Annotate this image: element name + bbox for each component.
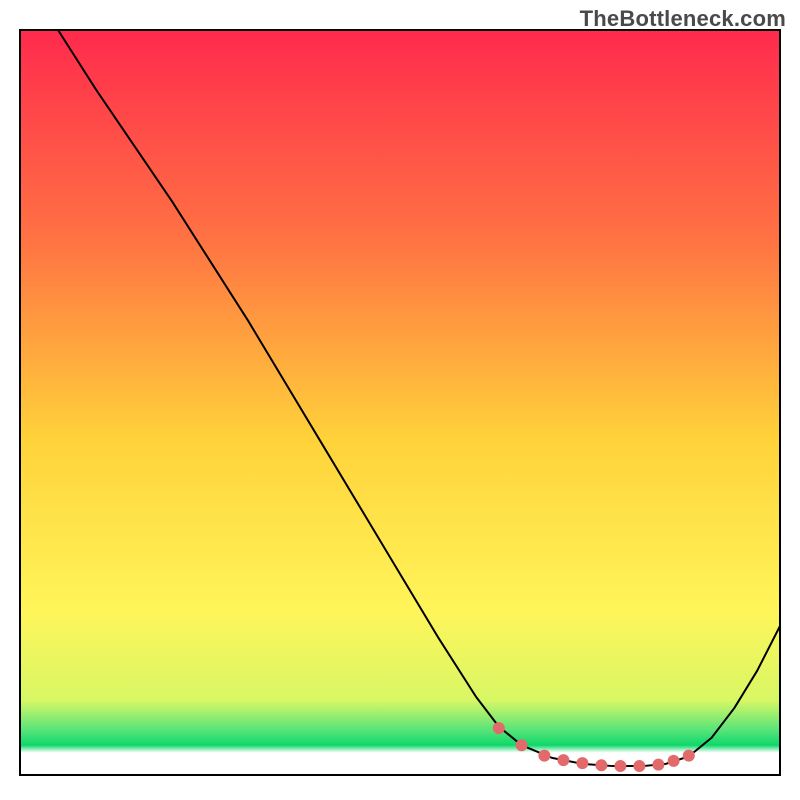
trough-dot [493,722,505,734]
watermark-text: TheBottleneck.com [580,6,786,32]
trough-dot [614,760,626,772]
trough-dot [668,755,680,767]
trough-dot [633,760,645,772]
chart-svg [0,0,800,800]
trough-dot [557,754,569,766]
trough-dot [576,757,588,769]
chart-stage: TheBottleneck.com [0,0,800,800]
plot-background [20,30,780,775]
trough-dot [538,750,550,762]
trough-dot [683,750,695,762]
trough-dot [652,759,664,771]
trough-dot [595,759,607,771]
trough-dot [516,739,528,751]
